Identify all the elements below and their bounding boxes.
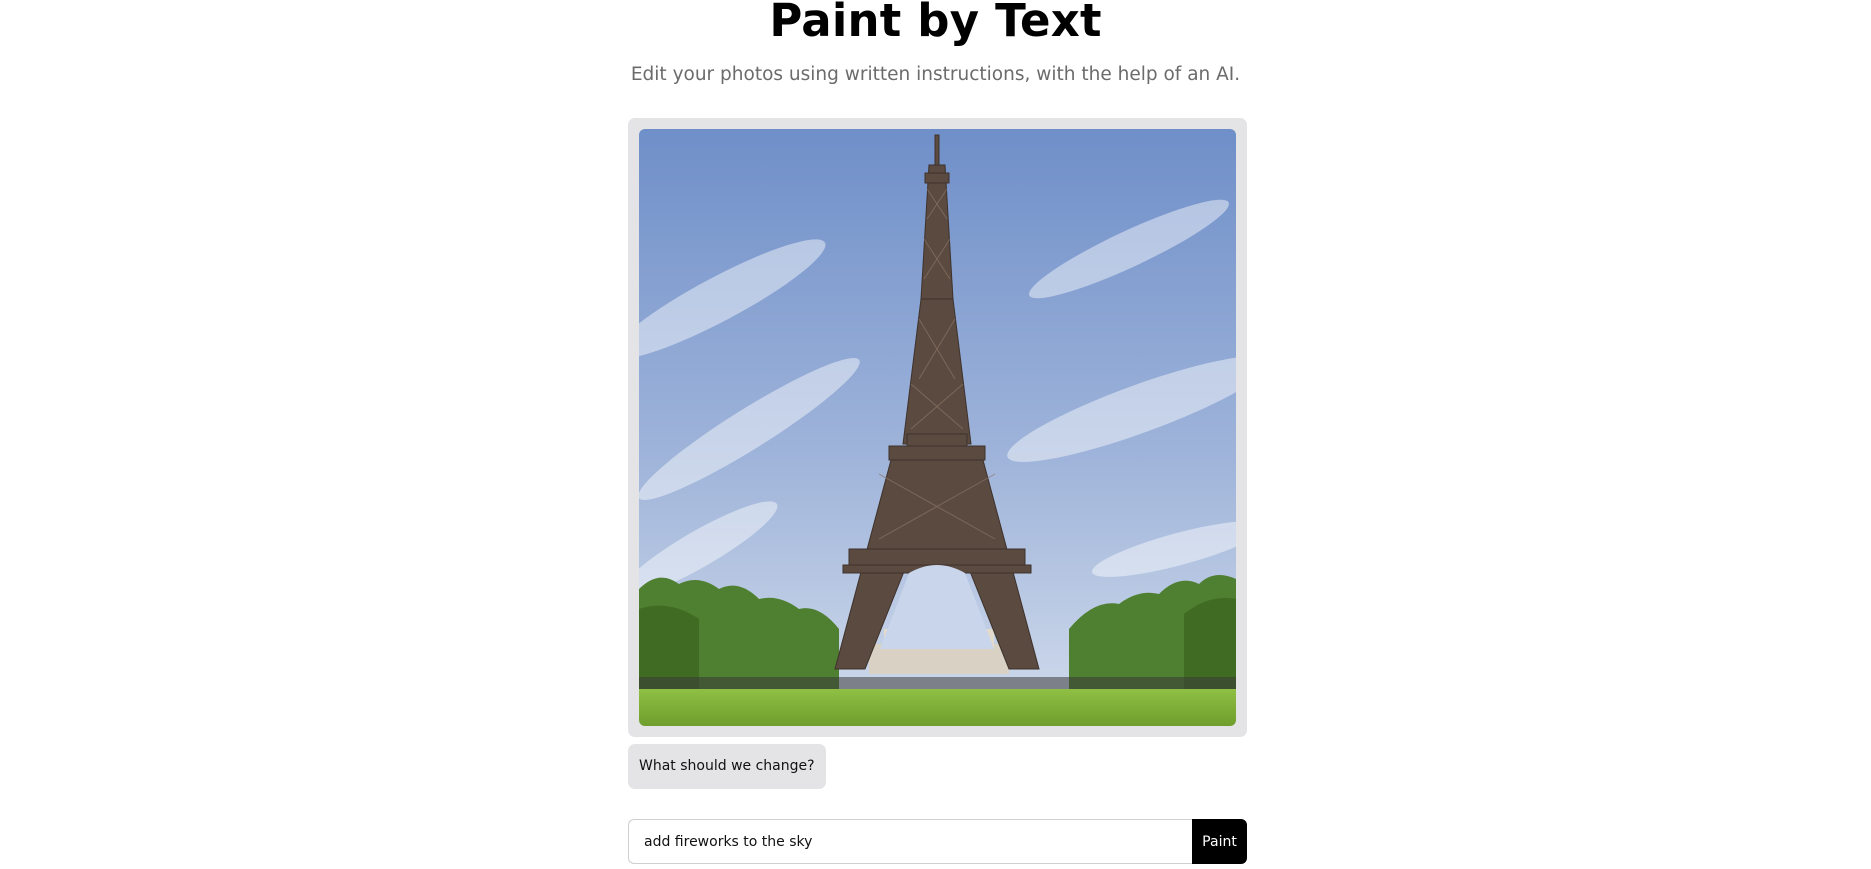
page-subtitle: Edit your photos using written instructi… (630, 64, 1241, 85)
page: Paint by Text Edit your photos using wri… (0, 0, 1871, 869)
instruction-input[interactable] (628, 819, 1192, 864)
eiffel-tower-photo (639, 129, 1236, 726)
edit-form: Paint (628, 819, 1247, 864)
change-prompt-bubble: What should we change? (628, 744, 826, 789)
paint-button[interactable]: Paint (1192, 819, 1247, 864)
image-frame (628, 118, 1247, 737)
page-title: Paint by Text (769, 0, 1102, 47)
